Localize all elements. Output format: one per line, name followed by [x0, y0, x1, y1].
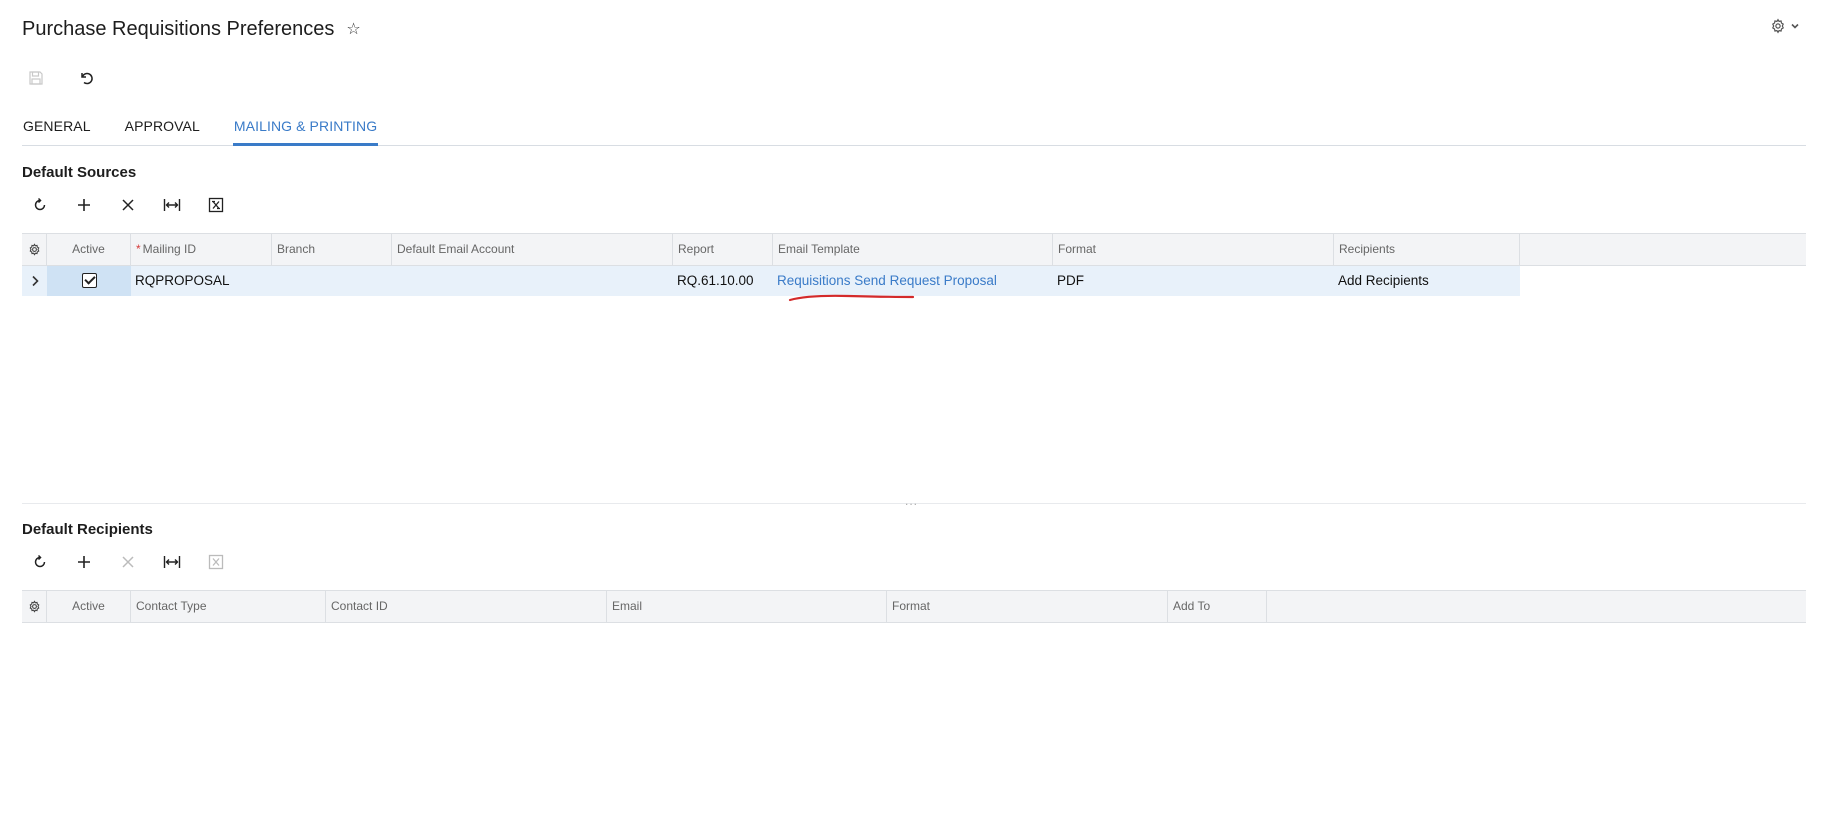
save-icon	[29, 71, 43, 85]
column-header-recipients[interactable]: Recipients	[1334, 234, 1520, 266]
checkbox-checked	[81, 272, 97, 288]
form-toolbar	[22, 66, 100, 90]
delete-row-button[interactable]	[113, 549, 143, 575]
row-expand-button[interactable]	[22, 266, 47, 296]
settings-menu-button[interactable]	[1770, 18, 1800, 34]
column-header-report[interactable]: Report	[673, 234, 773, 266]
refresh-icon	[34, 554, 46, 568]
column-header-default-email-account[interactable]: Default Email Account	[392, 234, 673, 266]
required-marker: *	[136, 242, 141, 256]
save-button[interactable]	[22, 66, 50, 90]
cell-report[interactable]: RQ.61.10.00	[673, 266, 773, 296]
column-header-contact-type[interactable]: Contact Type	[131, 591, 326, 623]
plus-icon	[78, 199, 90, 211]
chevron-down-icon	[1791, 23, 1799, 29]
add-row-button[interactable]	[69, 549, 99, 575]
grid-header: Active Contact Type Contact ID Email For…	[22, 590, 1806, 623]
refresh-icon	[34, 197, 46, 211]
column-header-mailing-id-label: Mailing ID	[142, 242, 197, 256]
export-excel-button[interactable]	[201, 549, 231, 575]
default-sources-grid: Active * Mailing ID Branch Default Email …	[22, 233, 1806, 296]
page-title: Purchase Requisitions Preferences	[22, 18, 335, 40]
column-header-active[interactable]: Active	[47, 234, 131, 266]
column-header-format[interactable]: Format	[1053, 234, 1334, 266]
chevron-right-icon	[31, 276, 39, 287]
excel-export-icon	[208, 197, 224, 213]
fit-columns-icon	[163, 556, 181, 568]
refresh-button[interactable]	[25, 549, 55, 575]
default-recipients-grid: Active Contact Type Contact ID Email For…	[22, 590, 1806, 623]
undo-icon	[81, 72, 93, 85]
close-icon	[122, 556, 134, 568]
excel-export-icon	[208, 554, 224, 570]
fit-to-screen-button[interactable]	[157, 549, 187, 575]
cell-recipients[interactable]: Add Recipients	[1334, 266, 1520, 296]
fit-to-screen-button[interactable]	[157, 192, 187, 218]
splitter-handle[interactable]: ...	[905, 494, 918, 508]
column-header-email-template[interactable]: Email Template	[773, 234, 1053, 266]
refresh-button[interactable]	[25, 192, 55, 218]
tab-bar: GENERAL APPROVAL MAILING & PRINTING	[22, 112, 1806, 146]
star-icon[interactable]: ☆	[346, 21, 360, 38]
page-header: Purchase Requisitions Preferences ☆	[22, 18, 361, 41]
cell-format[interactable]: PDF	[1053, 266, 1334, 296]
undo-button[interactable]	[72, 66, 100, 90]
default-recipients-title: Default Recipients	[22, 521, 153, 538]
plus-icon	[78, 556, 90, 568]
gear-icon	[1772, 18, 1784, 34]
column-header-active[interactable]: Active	[47, 591, 131, 623]
close-icon	[122, 199, 134, 211]
column-header-add-to[interactable]: Add To	[1168, 591, 1267, 623]
annotation-underline	[788, 294, 915, 302]
export-excel-button[interactable]	[201, 192, 231, 218]
grid-header: Active * Mailing ID Branch Default Email …	[22, 233, 1806, 266]
tab-general[interactable]: GENERAL	[22, 112, 92, 146]
cell-default-email-account[interactable]	[392, 266, 673, 296]
tab-mailing-printing[interactable]: MAILING & PRINTING	[232, 112, 379, 146]
row-active-checkbox[interactable]	[47, 266, 131, 296]
tab-approval[interactable]: APPROVAL	[124, 112, 201, 146]
column-header-mailing-id[interactable]: * Mailing ID	[131, 234, 272, 266]
column-settings-button[interactable]	[22, 234, 47, 266]
cell-mailing-id[interactable]: RQPROPOSAL	[131, 266, 272, 296]
column-header-email[interactable]: Email	[607, 591, 887, 623]
gear-icon	[29, 600, 39, 614]
column-header-contact-id[interactable]: Contact ID	[326, 591, 607, 623]
add-row-button[interactable]	[69, 192, 99, 218]
default-sources-title: Default Sources	[22, 164, 137, 181]
column-header-branch[interactable]: Branch	[272, 234, 392, 266]
gear-icon	[29, 243, 39, 257]
cell-branch[interactable]	[272, 266, 392, 296]
default-recipients-toolbar	[25, 549, 231, 575]
column-settings-button[interactable]	[22, 591, 47, 623]
fit-columns-icon	[163, 199, 181, 211]
delete-row-button[interactable]	[113, 192, 143, 218]
column-header-format[interactable]: Format	[887, 591, 1168, 623]
default-sources-toolbar	[25, 192, 231, 218]
